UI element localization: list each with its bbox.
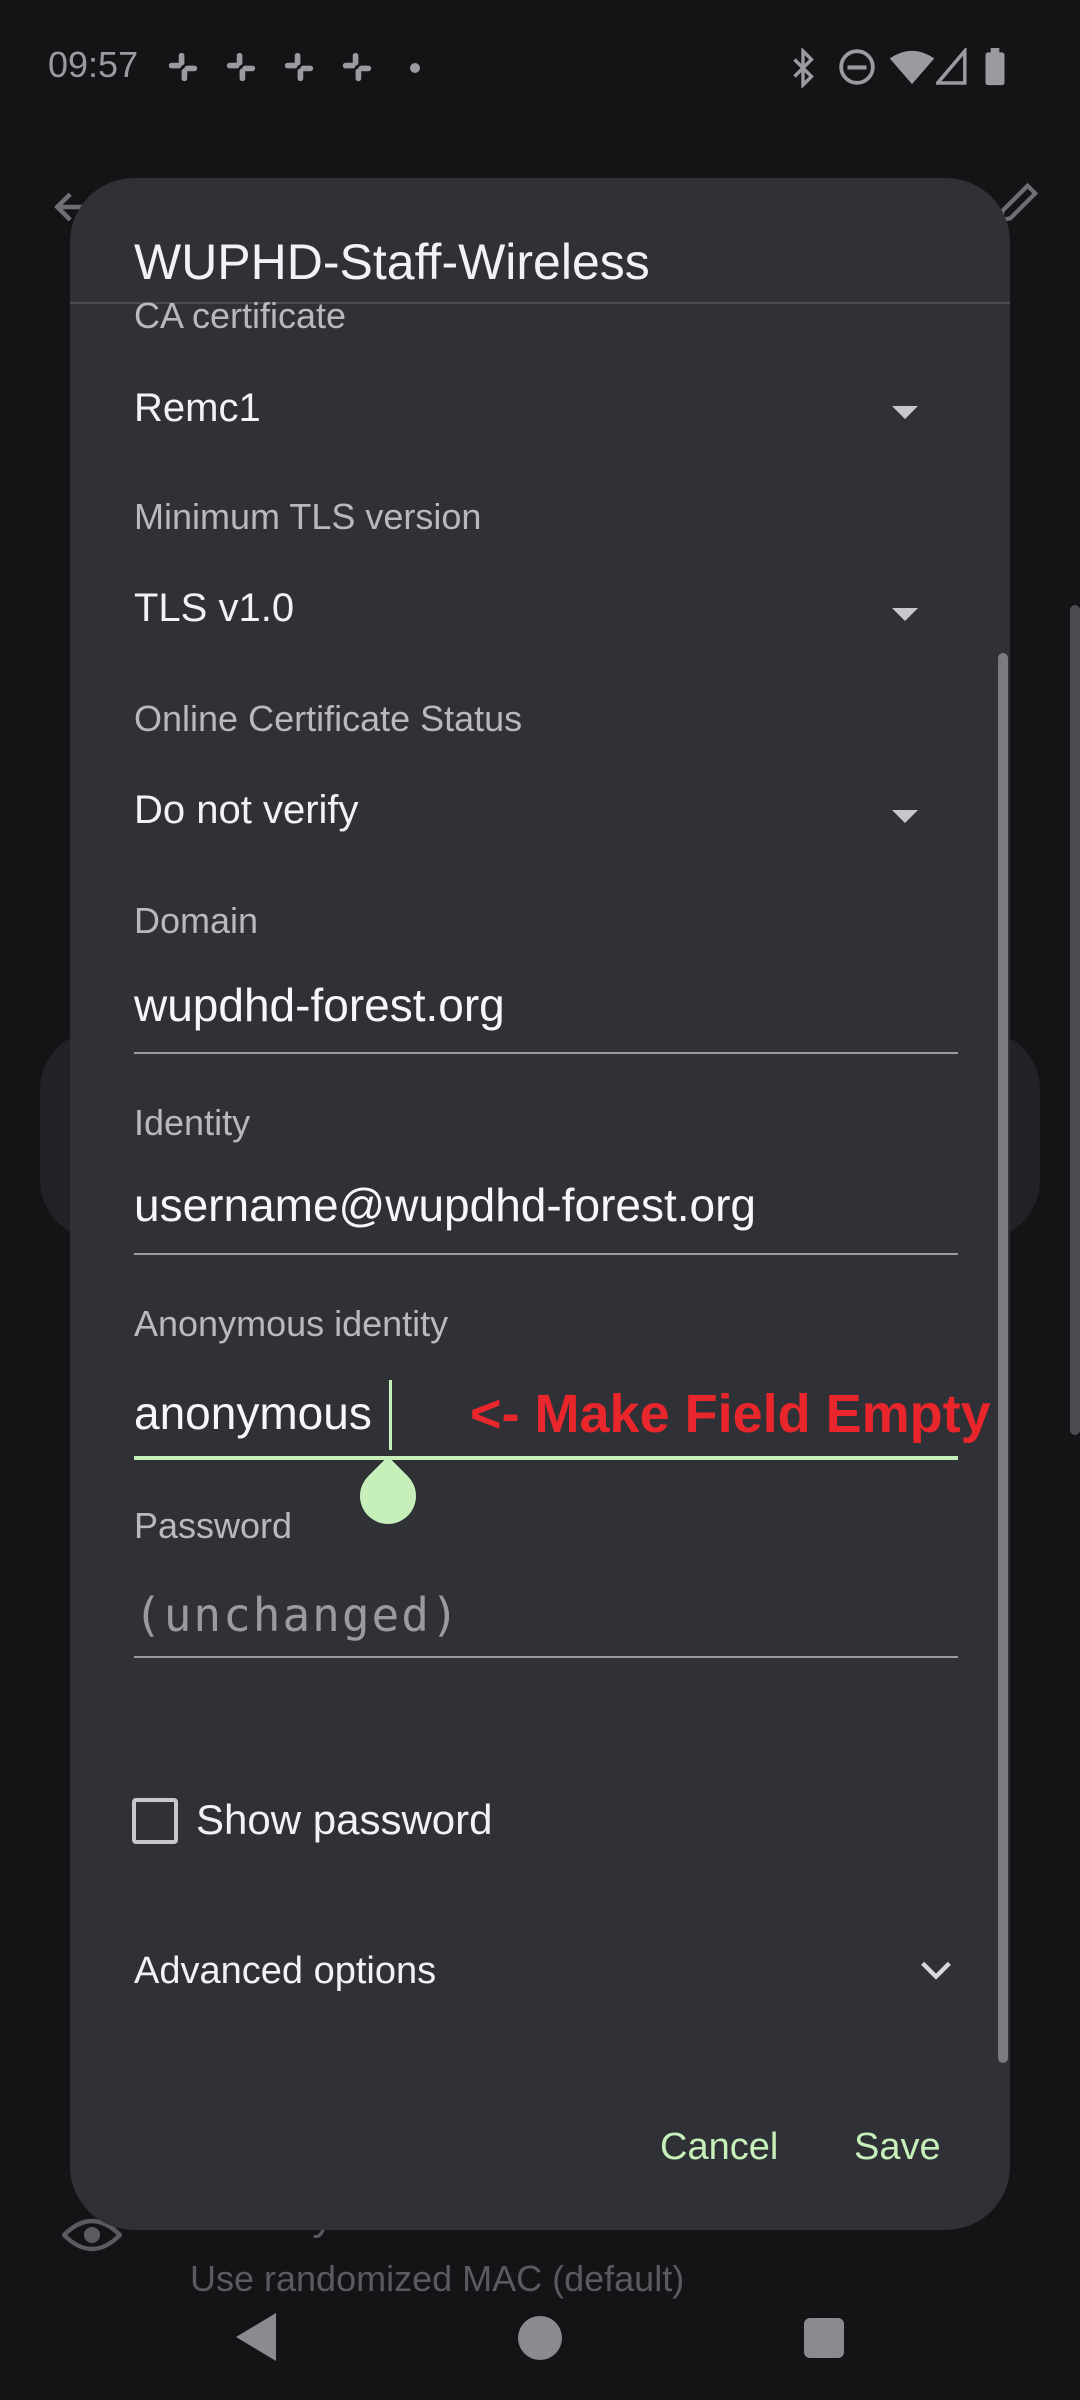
nav-recents-icon[interactable]	[804, 2318, 844, 2358]
identity-label: Identity	[134, 1102, 251, 1143]
dialog-scrollbar[interactable]	[998, 653, 1008, 2063]
identity-value: username@wupdhd-forest.org	[134, 1179, 757, 1231]
dialog-title: WUPHD-Staff-Wireless	[134, 234, 650, 290]
text-cursor-handle[interactable]	[348, 1456, 428, 1536]
wifi-network-dialog: WUPHD-Staff-Wireless CA certificate Remc…	[70, 178, 1010, 2230]
ocsp-label: Online Certificate Status	[134, 698, 523, 739]
min-tls-label: Minimum TLS version	[134, 496, 482, 537]
password-label: Password	[134, 1505, 293, 1546]
dropdown-arrow-icon	[892, 608, 918, 621]
do-not-disturb-icon	[839, 49, 875, 85]
domain-underline	[134, 1052, 958, 1054]
show-password-label: Show password	[196, 1796, 493, 1843]
battery-icon	[985, 48, 1005, 86]
more-notifications-dot-icon	[410, 63, 420, 73]
dropdown-arrow-icon	[892, 406, 918, 419]
domain-value: wupdhd-forest.org	[134, 979, 505, 1031]
save-button[interactable]: Save	[854, 2126, 941, 2169]
chevron-down-icon	[921, 1961, 951, 1980]
wifi-icon	[889, 50, 935, 85]
slack-icon	[284, 52, 314, 82]
password-placeholder: (unchanged)	[134, 1588, 461, 1642]
password-underline	[134, 1656, 958, 1658]
slack-icon	[168, 52, 198, 82]
slack-icon	[226, 52, 256, 82]
anonymous-identity-value: anonymous	[134, 1387, 372, 1439]
identity-underline	[134, 1253, 958, 1255]
status-bar: 09:57	[0, 0, 1080, 136]
privacy-subtitle: Use randomized MAC (default)	[190, 2258, 685, 2299]
status-time: 09:57	[48, 44, 139, 85]
domain-label: Domain	[134, 900, 259, 941]
cancel-button[interactable]: Cancel	[660, 2126, 778, 2169]
annotation-label: <- Make Field Empty	[470, 1384, 991, 1444]
cellular-icon	[936, 48, 967, 85]
slack-icon	[342, 52, 372, 82]
ca-certificate-value: Remc1	[134, 386, 261, 430]
bluetooth-icon	[793, 48, 814, 88]
min-tls-value: TLS v1.0	[134, 586, 295, 630]
page-scrollbar[interactable]	[1070, 605, 1080, 1435]
nav-home-icon[interactable]	[518, 2316, 562, 2360]
anonymous-identity-label: Anonymous identity	[134, 1303, 449, 1344]
advanced-options-label: Advanced options	[134, 1950, 437, 1992]
anonymous-identity-underline	[134, 1456, 958, 1460]
ocsp-value: Do not verify	[134, 788, 359, 832]
dropdown-arrow-icon	[892, 810, 918, 823]
show-password-checkbox[interactable]	[132, 1798, 178, 1844]
nav-back-icon[interactable]	[232, 2310, 280, 2364]
text-cursor	[389, 1380, 392, 1450]
ca-certificate-label: CA certificate	[134, 295, 347, 336]
